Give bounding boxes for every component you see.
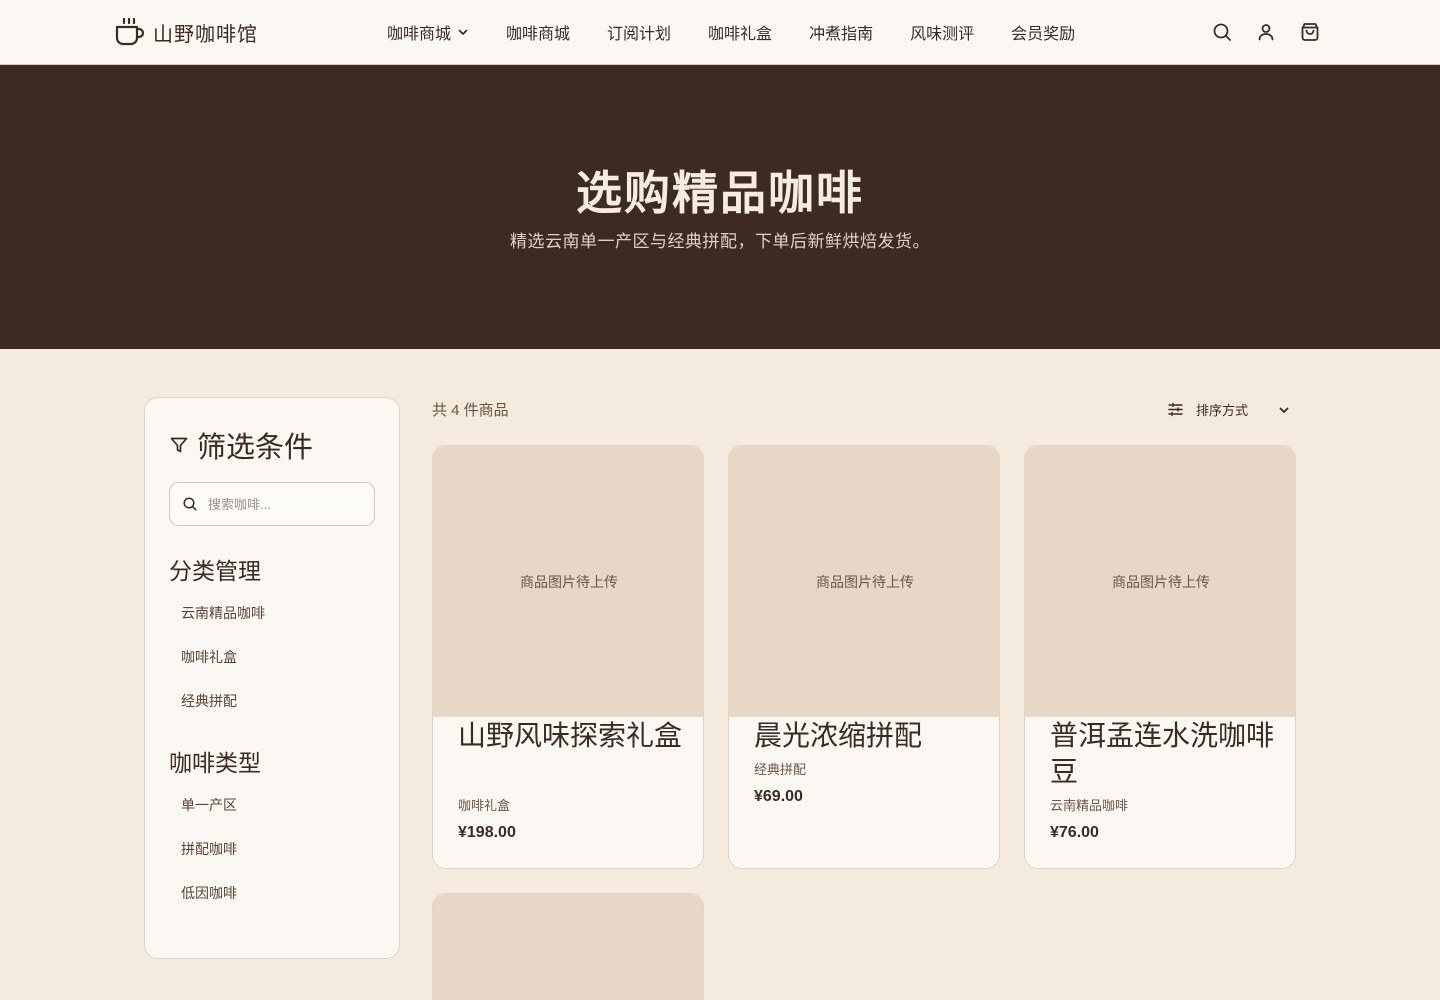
hero-banner: 选购精品咖啡 精选云南单一产区与经典拼配，下单后新鲜烘焙发货。 bbox=[0, 65, 1440, 349]
category-link-classic-blend[interactable]: 经典拼配 bbox=[181, 691, 237, 711]
product-card[interactable]: 商品图片待上传 晨光浓缩拼配 经典拼配 ¥69.00 bbox=[728, 445, 1000, 869]
filter-icon bbox=[170, 437, 188, 453]
product-image-placeholder: 商品图片待上传 bbox=[433, 446, 703, 717]
category-link-yunnan[interactable]: 云南精品咖啡 bbox=[181, 603, 265, 623]
product-card[interactable]: 商品图片待上传 普洱孟连水洗咖啡豆 云南精品咖啡 ¥76.00 bbox=[1024, 445, 1296, 869]
chevron-down-icon bbox=[1279, 407, 1289, 413]
image-placeholder-text: 商品图片待上传 bbox=[1112, 573, 1210, 590]
nav-item-shop-dropdown[interactable]: 咖啡商城 bbox=[387, 20, 469, 44]
sliders-icon bbox=[1168, 402, 1183, 417]
product-price: ¥69.00 bbox=[754, 788, 803, 805]
type-section-title: 咖啡类型 bbox=[169, 751, 261, 777]
filter-sidebar: 筛选条件 分类管理 云南精品咖啡 咖啡礼盒 经典拼配 咖啡类型 单一产区 拼配咖… bbox=[144, 397, 400, 959]
nav-item-flavor-review[interactable]: 风味测评 bbox=[910, 20, 974, 44]
category-link-gift-box[interactable]: 咖啡礼盒 bbox=[181, 647, 237, 667]
nav-item-label: 订阅计划 bbox=[607, 26, 672, 43]
nav-item-label: 咖啡商城 bbox=[506, 26, 571, 43]
search-input[interactable] bbox=[208, 496, 358, 512]
image-placeholder-text: 商品图片待上传 bbox=[520, 573, 618, 590]
nav-item-label: 咖啡商城 bbox=[387, 26, 452, 43]
product-category: 咖啡礼盒 bbox=[458, 798, 511, 813]
search-icon bbox=[183, 497, 197, 511]
type-link-blend[interactable]: 拼配咖啡 bbox=[181, 839, 237, 859]
product-price: ¥76.00 bbox=[1050, 824, 1099, 841]
product-card[interactable]: 商品图片待上传 山野风味探索礼盒 咖啡礼盒 ¥198.00 bbox=[432, 445, 704, 869]
category-section-title: 分类管理 bbox=[169, 559, 261, 585]
sort-dropdown[interactable]: 排序方式 bbox=[1167, 400, 1290, 419]
header-actions bbox=[1211, 21, 1321, 43]
nav-item-label: 风味测评 bbox=[910, 26, 975, 43]
user-icon[interactable] bbox=[1255, 21, 1277, 43]
image-placeholder-text: 商品图片待上传 bbox=[816, 573, 914, 590]
nav-item-label: 咖啡礼盒 bbox=[708, 26, 773, 43]
type-link-single-origin[interactable]: 单一产区 bbox=[181, 795, 237, 815]
nav-item-label: 冲煮指南 bbox=[809, 26, 874, 43]
nav-item-member-rewards[interactable]: 会员奖励 bbox=[1011, 20, 1075, 44]
hero-title: 选购精品咖啡 bbox=[576, 166, 864, 220]
coffee-cup-icon bbox=[115, 17, 145, 46]
filter-title: 筛选条件 bbox=[197, 430, 314, 464]
product-count: 共 4 件商品 bbox=[432, 402, 509, 419]
cart-icon[interactable] bbox=[1299, 21, 1321, 43]
hero-subtitle: 精选云南单一产区与经典拼配，下单后新鲜烘焙发货。 bbox=[510, 232, 930, 251]
product-image-placeholder: 商品图片待上传 bbox=[729, 446, 999, 717]
product-name[interactable]: 晨光浓缩拼配 bbox=[754, 718, 979, 754]
nav-item-gift-box[interactable]: 咖啡礼盒 bbox=[708, 20, 772, 44]
product-name[interactable]: 普洱孟连水洗咖啡豆 bbox=[1050, 718, 1275, 790]
main-nav: 咖啡商城 咖啡商城 订阅计划 咖啡礼盒 冲煮指南 风味测评 会员奖励 bbox=[387, 0, 1112, 64]
site-header: 山野咖啡馆 咖啡商城 咖啡商城 订阅计划 咖啡礼盒 冲煮指南 风味测评 会员奖励 bbox=[0, 0, 1440, 65]
search-icon[interactable] bbox=[1211, 21, 1233, 43]
product-category: 云南精品咖啡 bbox=[1050, 798, 1129, 813]
product-image-placeholder: 商品图片待上传 bbox=[1025, 446, 1295, 717]
nav-item-brew-guide[interactable]: 冲煮指南 bbox=[809, 20, 873, 44]
product-price: ¥198.00 bbox=[458, 824, 516, 841]
product-image-placeholder bbox=[433, 894, 703, 1000]
type-link-decaf[interactable]: 低因咖啡 bbox=[181, 883, 237, 903]
sort-label: 排序方式 bbox=[1196, 403, 1249, 418]
product-name[interactable]: 山野风味探索礼盒 bbox=[458, 718, 683, 754]
product-category: 经典拼配 bbox=[754, 762, 807, 777]
nav-item-label: 会员奖励 bbox=[1011, 26, 1076, 43]
nav-item-subscription[interactable]: 订阅计划 bbox=[607, 20, 671, 44]
search-field[interactable] bbox=[169, 482, 375, 526]
product-card[interactable] bbox=[432, 893, 704, 1000]
logo-text: 山野咖啡馆 bbox=[153, 21, 258, 46]
logo[interactable]: 山野咖啡馆 bbox=[113, 16, 258, 48]
chevron-down-icon bbox=[458, 29, 468, 35]
filter-header: 筛选条件 bbox=[169, 424, 313, 466]
nav-item-shop[interactable]: 咖啡商城 bbox=[506, 20, 570, 44]
